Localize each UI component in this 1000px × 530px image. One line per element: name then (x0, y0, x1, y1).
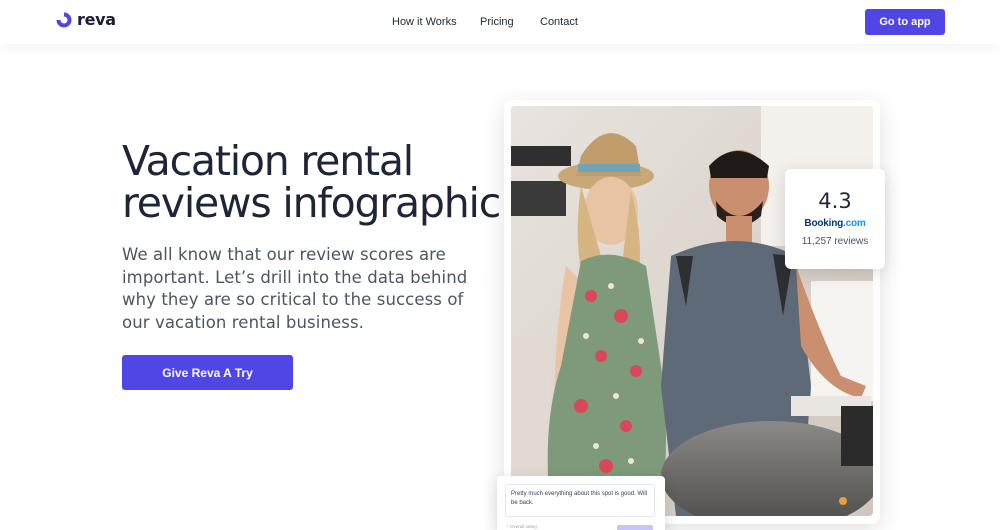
nav-link-how-it-works[interactable]: How it Works (392, 16, 457, 28)
couple-photo-illustration (511, 106, 873, 516)
rating-score: 4.3 (818, 189, 852, 213)
give-reva-a-try-button[interactable]: Give Reva A Try (122, 355, 293, 390)
go-to-app-button[interactable]: Go to app (865, 9, 945, 35)
top-navbar: reva How it Works Pricing Contact Go to … (0, 0, 1000, 44)
reva-logo-icon (56, 12, 72, 27)
nav-link-pricing[interactable]: Pricing (480, 16, 514, 28)
rating-label: * Overall rating (507, 524, 537, 529)
hero-title-line-2: reviews infographic (122, 179, 501, 227)
hero-subtitle: We all know that our review scores are i… (122, 245, 468, 332)
review-textarea[interactable]: Pretty much everything about this spot i… (505, 484, 655, 517)
nav-link-contact[interactable]: Contact (540, 16, 578, 28)
review-widget: Pretty much everything about this spot i… (497, 476, 665, 530)
brand-name: reva (77, 10, 116, 29)
brand-logo[interactable]: reva (55, 10, 116, 29)
rating-card: 4.3 Booking.com 11,257 reviews (785, 169, 885, 269)
review-count: 11,257 reviews (801, 236, 869, 247)
hero-title-line-1: Vacation rental (122, 137, 414, 185)
hero-title: Vacation rental reviews infographic (122, 140, 502, 224)
booking-logo-main: Booking (804, 218, 844, 229)
hero-photo (511, 106, 873, 516)
review-submit-button[interactable] (617, 525, 653, 530)
booking-logo-suffix: .com (843, 218, 866, 229)
booking-logo: Booking.com (785, 218, 885, 229)
